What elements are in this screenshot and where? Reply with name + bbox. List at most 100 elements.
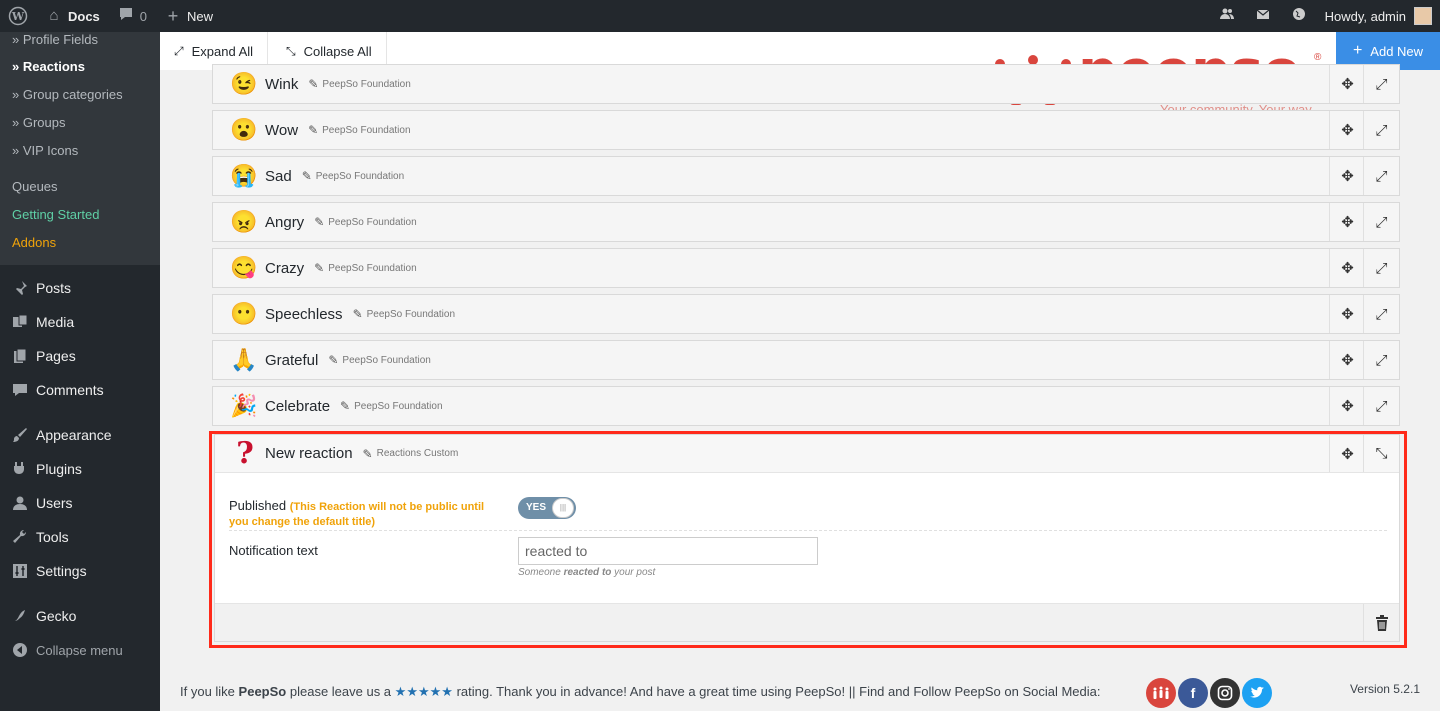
user-icon bbox=[10, 493, 30, 513]
reaction-author: PeepSo Foundation bbox=[315, 170, 405, 182]
notifications-link[interactable] bbox=[1281, 0, 1317, 32]
reaction-name: Wow bbox=[265, 121, 299, 139]
menu-label: Gecko bbox=[36, 608, 77, 624]
avatar bbox=[1414, 7, 1432, 25]
edit-icon[interactable]: ✎ bbox=[314, 215, 324, 229]
submenu-reactions[interactable]: » Reactions bbox=[0, 53, 160, 81]
menu-posts[interactable]: Posts bbox=[0, 271, 160, 305]
edit-icon[interactable]: ✎ bbox=[308, 123, 318, 137]
collapse-menu-button[interactable]: Collapse menu bbox=[0, 633, 160, 667]
move-handle-icon[interactable]: ✥ bbox=[1329, 249, 1365, 287]
new-content-link[interactable]: + New bbox=[155, 0, 221, 32]
menu-appearance[interactable]: Appearance bbox=[0, 418, 160, 452]
rating-stars-link[interactable]: ★★★★★ bbox=[395, 684, 453, 699]
comments-icon bbox=[10, 380, 30, 400]
edit-icon[interactable]: ✎ bbox=[302, 169, 312, 183]
pages-icon bbox=[10, 346, 30, 366]
menu-label: Tools bbox=[36, 529, 69, 545]
reaction-row-grateful[interactable]: 🙏 Grateful ✎ PeepSo Foundation ✥ ⤢ bbox=[212, 340, 1400, 380]
edit-icon[interactable]: ✎ bbox=[308, 77, 318, 91]
reaction-name: Wink bbox=[265, 75, 299, 93]
reaction-name: Angry bbox=[265, 213, 305, 231]
expand-arrow-icon[interactable]: ⤢ bbox=[1363, 65, 1399, 103]
menu-settings[interactable]: Settings bbox=[0, 554, 160, 588]
footer-brand: PeepSo bbox=[238, 684, 287, 699]
social-links: f bbox=[1146, 678, 1272, 708]
reaction-author: PeepSo Foundation bbox=[322, 124, 411, 136]
wordpress-logo-button[interactable]: W bbox=[0, 0, 36, 32]
peepso-social-icon[interactable] bbox=[1146, 678, 1176, 708]
expand-arrow-icon[interactable]: ⤢ bbox=[1363, 295, 1399, 333]
facebook-icon[interactable]: f bbox=[1178, 678, 1208, 708]
media-icon bbox=[10, 312, 30, 332]
expand-arrow-icon[interactable]: ⤢ bbox=[1363, 111, 1399, 149]
menu-gecko[interactable]: Gecko bbox=[0, 599, 160, 633]
edit-icon[interactable]: ✎ bbox=[314, 261, 324, 275]
menu-label: Plugins bbox=[36, 461, 82, 477]
reaction-author: PeepSo Foundation bbox=[328, 262, 417, 274]
crazy-emoji-icon: 😋 bbox=[230, 255, 258, 280]
reaction-name: Grateful bbox=[265, 351, 319, 369]
move-handle-icon[interactable]: ✥ bbox=[1329, 157, 1365, 195]
submenu-addons[interactable]: Addons bbox=[0, 229, 160, 257]
move-handle-icon[interactable]: ✥ bbox=[1329, 341, 1365, 379]
expand-arrow-icon[interactable]: ⤢ bbox=[1363, 341, 1399, 379]
reaction-row-sad[interactable]: 😭 Sad ✎ PeepSo Foundation ✥ ⤢ bbox=[212, 156, 1400, 196]
submenu-group-categories[interactable]: » Group categories bbox=[0, 81, 160, 109]
reaction-row-wink[interactable]: 😉 Wink ✎ PeepSo Foundation ✥ ⤢ bbox=[212, 64, 1400, 104]
comments-link[interactable]: 0 bbox=[108, 0, 155, 32]
menu-label: Pages bbox=[36, 348, 76, 364]
edit-icon[interactable]: ✎ bbox=[353, 307, 363, 321]
expand-icon: ⤢ bbox=[174, 43, 184, 58]
home-icon: ⌂ bbox=[49, 7, 59, 24]
twitter-icon[interactable] bbox=[1242, 678, 1272, 708]
version-label: Version 5.2.1 bbox=[1349, 682, 1420, 696]
menu-label: Media bbox=[36, 314, 75, 330]
menu-pages[interactable]: Pages bbox=[0, 339, 160, 373]
plus-icon: + bbox=[1352, 42, 1363, 59]
reaction-name: Crazy bbox=[265, 259, 305, 277]
submenu-getting-started[interactable]: Getting Started bbox=[0, 201, 160, 229]
submenu-profile-fields[interactable]: » Profile Fields bbox=[0, 32, 160, 48]
reaction-row-wow[interactable]: 😮 Wow ✎ PeepSo Foundation ✥ ⤢ bbox=[212, 110, 1400, 150]
footer-prefix: If you like bbox=[180, 684, 235, 699]
expand-arrow-icon[interactable]: ⤢ bbox=[1363, 387, 1399, 425]
menu-comments[interactable]: Comments bbox=[0, 373, 160, 407]
reaction-author: PeepSo Foundation bbox=[354, 400, 443, 412]
account-menu[interactable]: Howdy, admin bbox=[1317, 0, 1440, 32]
collapse-icon: ⤡ bbox=[286, 43, 296, 58]
instagram-icon[interactable] bbox=[1210, 678, 1240, 708]
expand-arrow-icon[interactable]: ⤢ bbox=[1363, 203, 1399, 241]
move-handle-icon[interactable]: ✥ bbox=[1329, 203, 1365, 241]
menu-tools[interactable]: Tools bbox=[0, 520, 160, 554]
expand-arrow-icon[interactable]: ⤢ bbox=[1363, 249, 1399, 287]
reaction-author: PeepSo Foundation bbox=[342, 354, 431, 366]
menu-plugins[interactable]: Plugins bbox=[0, 452, 160, 486]
move-handle-icon[interactable]: ✥ bbox=[1329, 65, 1365, 103]
messages-link[interactable] bbox=[1245, 0, 1281, 32]
reaction-author: PeepSo Foundation bbox=[322, 78, 411, 90]
move-handle-icon[interactable]: ✥ bbox=[1329, 295, 1365, 333]
reaction-author: PeepSo Foundation bbox=[328, 216, 417, 228]
envelope-icon bbox=[1253, 6, 1273, 26]
expand-arrow-icon[interactable]: ⤢ bbox=[1363, 157, 1399, 195]
move-handle-icon[interactable]: ✥ bbox=[1329, 387, 1365, 425]
edit-icon[interactable]: ✎ bbox=[328, 353, 338, 367]
submenu-vip-icons[interactable]: » VIP Icons bbox=[0, 137, 160, 165]
site-name-link[interactable]: ⌂ Docs bbox=[36, 0, 108, 32]
reaction-row-celebrate[interactable]: 🎉 Celebrate ✎ PeepSo Foundation ✥ ⤢ bbox=[212, 386, 1400, 426]
speechless-emoji-icon: 😶 bbox=[230, 301, 258, 326]
edit-icon[interactable]: ✎ bbox=[340, 399, 350, 413]
reaction-row-crazy[interactable]: 😋 Crazy ✎ PeepSo Foundation ✥ ⤢ bbox=[212, 248, 1400, 288]
move-handle-icon[interactable]: ✥ bbox=[1329, 111, 1365, 149]
reaction-row-angry[interactable]: 😠 Angry ✎ PeepSo Foundation ✥ ⤢ bbox=[212, 202, 1400, 242]
gecko-icon bbox=[10, 606, 30, 626]
submenu-groups[interactable]: » Groups bbox=[0, 109, 160, 137]
peepso-users-link[interactable] bbox=[1209, 0, 1245, 32]
admin-sidebar: » Profile Fields » Reactions » Group cat… bbox=[0, 32, 160, 711]
howdy-text: Howdy, admin bbox=[1324, 8, 1406, 24]
reaction-row-speechless[interactable]: 😶 Speechless ✎ PeepSo Foundation ✥ ⤢ bbox=[212, 294, 1400, 334]
menu-media[interactable]: Media bbox=[0, 305, 160, 339]
menu-users[interactable]: Users bbox=[0, 486, 160, 520]
submenu-queues[interactable]: Queues bbox=[0, 173, 160, 201]
